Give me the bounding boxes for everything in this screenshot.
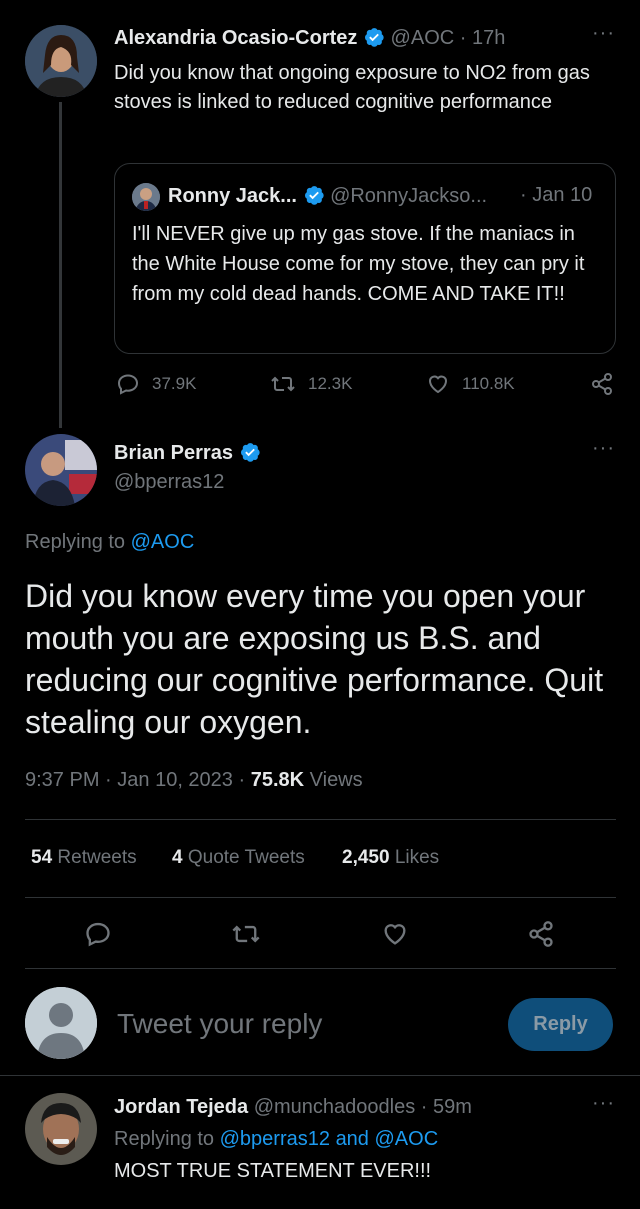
quote-tweets-stat[interactable]: 4 Quote Tweets bbox=[172, 847, 305, 869]
divider bbox=[25, 897, 616, 898]
verified-badge-icon bbox=[365, 28, 384, 47]
tweet-time[interactable]: 59m bbox=[433, 1096, 472, 1118]
heart-icon bbox=[428, 375, 448, 394]
replying-to-and: and bbox=[335, 1128, 369, 1150]
tweet-text: MOST TRUE STATEMENT EVER!!! bbox=[114, 1160, 432, 1182]
reply-button[interactable] bbox=[84, 920, 112, 953]
brian-avatar[interactable] bbox=[25, 434, 97, 506]
heart-icon bbox=[384, 924, 406, 945]
reply-icon bbox=[86, 922, 110, 947]
author-handle[interactable]: @munchadoodles bbox=[254, 1096, 416, 1118]
more-options-icon[interactable]: ··· bbox=[592, 438, 615, 458]
author-name[interactable]: Alexandria Ocasio-Cortez bbox=[114, 27, 357, 49]
reply-button[interactable]: 37.9K bbox=[116, 372, 196, 396]
tweet-text: Did you know that ongoing exposure to NO… bbox=[114, 62, 590, 113]
author-handle[interactable]: @AOC bbox=[391, 27, 455, 49]
more-options-icon[interactable]: ··· bbox=[592, 1093, 615, 1113]
replying-to-link[interactable]: @AOC bbox=[375, 1128, 439, 1150]
replying-to-link[interactable]: @AOC bbox=[131, 531, 195, 553]
views-count: 75.8K bbox=[250, 769, 305, 791]
retweet-count: 12.3K bbox=[308, 374, 353, 393]
quote-text: I'll NEVER give up my gas stove. If the … bbox=[132, 223, 585, 305]
more-options-icon[interactable]: ··· bbox=[592, 23, 615, 43]
author-name[interactable]: Jordan Tejeda bbox=[114, 1096, 248, 1118]
author-name[interactable]: Brian Perras bbox=[114, 442, 233, 464]
jordan-avatar[interactable] bbox=[25, 1093, 97, 1165]
retweet-icon bbox=[271, 376, 295, 392]
share-button[interactable] bbox=[527, 920, 555, 953]
retweet-button[interactable] bbox=[231, 920, 261, 953]
quote-tweet-card[interactable]: Ronny Jack... @RonnyJackso... · Jan 10 I… bbox=[114, 163, 616, 354]
verified-badge-icon bbox=[304, 186, 324, 205]
quote-avatar bbox=[132, 183, 160, 211]
like-button[interactable] bbox=[381, 920, 409, 953]
retweet-icon bbox=[232, 925, 260, 943]
share-icon bbox=[529, 921, 553, 947]
divider bbox=[25, 819, 616, 820]
replying-to-label: Replying to bbox=[114, 1128, 215, 1150]
tweet-date[interactable]: Jan 10, 2023 bbox=[117, 769, 233, 791]
reply-input[interactable]: Tweet your reply bbox=[117, 1008, 322, 1040]
tweet-time[interactable]: 9:37 PM bbox=[25, 769, 99, 791]
retweets-stat[interactable]: 54 Retweets bbox=[31, 847, 137, 869]
like-button[interactable]: 110.8K bbox=[426, 372, 515, 396]
main-tweet-text: Did you know every time you open your mo… bbox=[25, 578, 604, 740]
replying-to-link[interactable]: @bperras12 bbox=[220, 1128, 330, 1150]
tweet-time[interactable]: 17h bbox=[472, 27, 505, 49]
replying-to-label: Replying to bbox=[25, 531, 126, 553]
aoc-avatar[interactable] bbox=[25, 25, 97, 97]
verified-badge-icon bbox=[240, 443, 260, 462]
share-button[interactable] bbox=[590, 372, 626, 396]
thread-connector bbox=[59, 102, 62, 428]
divider bbox=[25, 968, 616, 969]
reply-count: 37.9K bbox=[152, 374, 197, 393]
reply-submit-button[interactable]: Reply bbox=[508, 998, 613, 1051]
likes-stat[interactable]: 2,450 Likes bbox=[342, 847, 439, 869]
like-count: 110.8K bbox=[462, 374, 515, 393]
quote-author-name: Ronny Jack... bbox=[168, 185, 297, 207]
share-icon bbox=[592, 373, 612, 395]
author-handle[interactable]: @bperras12 bbox=[114, 471, 224, 494]
quote-time: Jan 10 bbox=[532, 184, 593, 206]
quote-author-handle: @RonnyJackso... bbox=[330, 185, 488, 207]
views-label: Views bbox=[309, 769, 363, 791]
retweet-button[interactable]: 12.3K bbox=[270, 372, 352, 396]
reply-icon bbox=[117, 374, 139, 395]
divider bbox=[0, 1075, 640, 1076]
user-avatar bbox=[25, 987, 97, 1059]
